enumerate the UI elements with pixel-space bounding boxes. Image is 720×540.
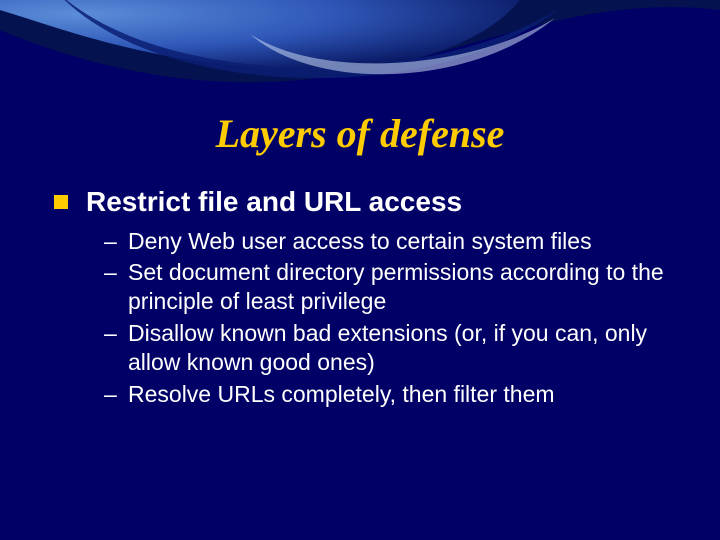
dash-icon: –: [104, 258, 118, 287]
list-item-text: Disallow known bad extensions (or, if yo…: [128, 319, 670, 378]
bullet-level1: Restrict file and URL access: [54, 185, 680, 219]
list-item: – Disallow known bad extensions (or, if …: [104, 319, 670, 378]
dash-icon: –: [104, 380, 118, 409]
bullet-level2-list: – Deny Web user access to certain system…: [104, 227, 670, 410]
list-item: – Resolve URLs completely, then filter t…: [104, 380, 670, 409]
dash-icon: –: [104, 227, 118, 256]
level1-heading: Restrict file and URL access: [86, 185, 462, 219]
list-item-text: Deny Web user access to certain system f…: [128, 227, 670, 256]
list-item: – Set document directory permissions acc…: [104, 258, 670, 317]
dash-icon: –: [104, 319, 118, 348]
slide-title: Layers of defense: [0, 110, 720, 157]
list-item-text: Resolve URLs completely, then filter the…: [128, 380, 670, 409]
list-item: – Deny Web user access to certain system…: [104, 227, 670, 256]
slide-content: Layers of defense Restrict file and URL …: [0, 0, 720, 409]
square-bullet-icon: [54, 195, 68, 209]
list-item-text: Set document directory permissions accor…: [128, 258, 670, 317]
